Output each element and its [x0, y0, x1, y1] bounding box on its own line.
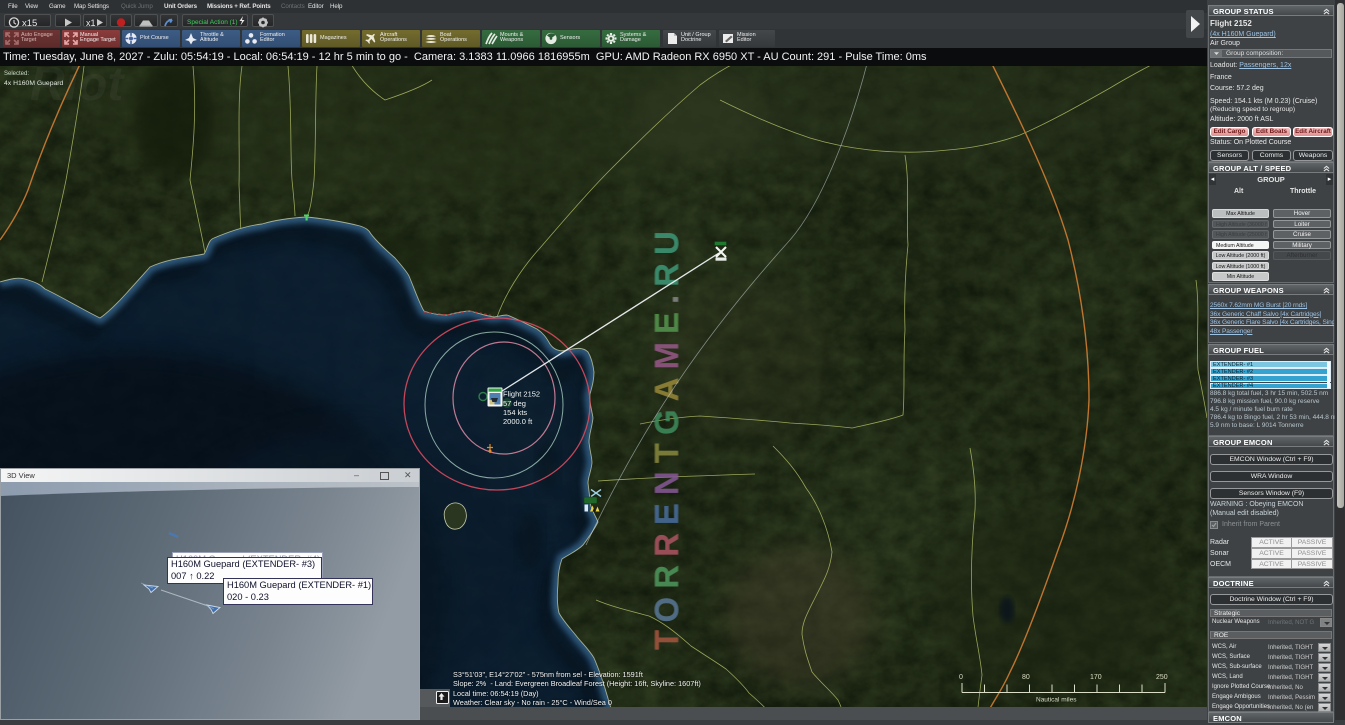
svg-text:2000.0 ft: 2000.0 ft	[503, 417, 533, 426]
svg-text:57 deg: 57 deg	[503, 399, 526, 408]
svg-text:170: 170	[1090, 674, 1102, 681]
svg-text:Flight 2152: Flight 2152	[503, 390, 540, 399]
svg-text:Nautical miles: Nautical miles	[1036, 697, 1077, 704]
svg-text:x1: x1	[86, 18, 96, 28]
svg-text:154 kts: 154 kts	[503, 408, 527, 417]
svg-text:80: 80	[1022, 674, 1030, 681]
svg-text:Selected:: Selected:	[4, 71, 29, 77]
svg-text:4x H160M Guepard: 4x H160M Guepard	[4, 80, 64, 87]
svg-text:0: 0	[959, 674, 963, 681]
svg-text:x15: x15	[22, 18, 37, 28]
svg-text:250: 250	[1156, 674, 1168, 681]
